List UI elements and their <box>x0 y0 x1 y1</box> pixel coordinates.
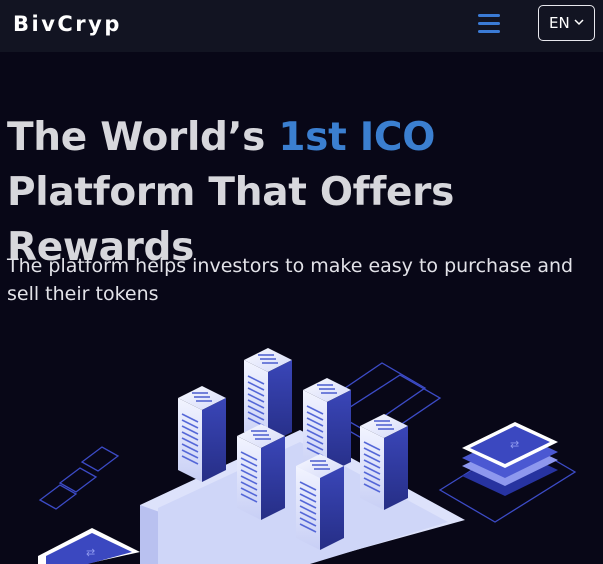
isometric-server-racks-illustration: ⇄ ⇄ <box>38 347 577 564</box>
hero-title-highlight: 1st ICO <box>278 115 436 160</box>
hamburger-menu-icon[interactable] <box>478 14 501 34</box>
hero-subtitle: The platform helps investors to make eas… <box>7 255 574 305</box>
language-selector-button[interactable]: EN <box>538 5 595 41</box>
language-label: EN <box>549 14 570 32</box>
top-navbar: BivCryp EN <box>0 0 603 52</box>
brand-logo[interactable]: BivCryp <box>13 12 122 36</box>
hero-title: The World’s 1st ICO Platform That Offers… <box>7 110 602 275</box>
svg-text:⇄: ⇄ <box>510 438 519 451</box>
chevron-down-icon <box>574 19 584 26</box>
hero-title-part1: The World’s <box>7 115 279 160</box>
svg-text:⇄: ⇄ <box>86 546 95 559</box>
